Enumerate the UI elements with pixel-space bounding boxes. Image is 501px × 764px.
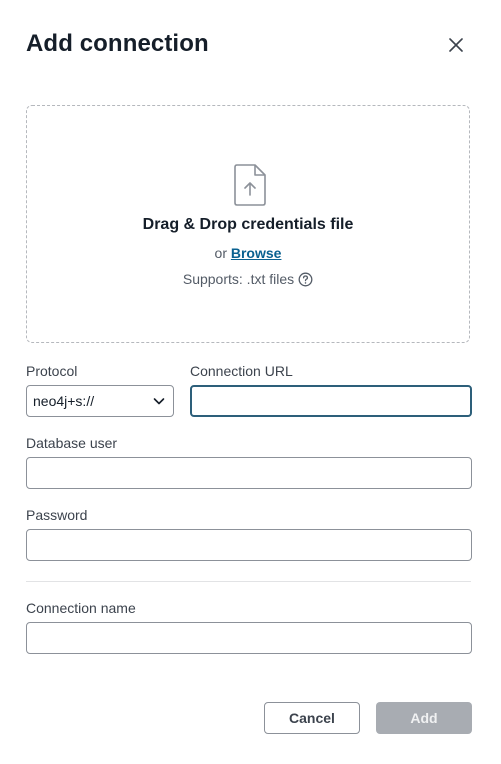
cancel-button[interactable]: Cancel [264, 702, 360, 734]
dialog-title: Add connection [26, 30, 209, 57]
database-user-label: Database user [26, 435, 118, 451]
supports-text: Supports: .txt files [182, 271, 295, 287]
browse-link[interactable]: Browse [231, 245, 282, 261]
divider [26, 581, 471, 582]
credentials-dropzone[interactable]: Drag & Drop credentials file or Browse S… [26, 105, 470, 343]
help-circle-icon[interactable] [298, 272, 313, 287]
database-user-input[interactable] [26, 457, 472, 489]
add-connection-dialog: Add connection Drag & Drop credentials f… [0, 0, 501, 764]
file-upload-icon [234, 164, 266, 206]
password-label: Password [26, 507, 88, 523]
or-text: or [214, 245, 227, 261]
protocol-label: Protocol [26, 363, 78, 379]
password-input[interactable] [26, 529, 472, 561]
add-button[interactable]: Add [376, 702, 472, 734]
connection-url-label: Connection URL [190, 363, 293, 379]
close-icon [449, 38, 463, 52]
protocol-select[interactable]: neo4j+s:// [26, 385, 174, 417]
dropzone-browse-line: or Browse [27, 245, 469, 261]
dropzone-title: Drag & Drop credentials file [142, 216, 354, 233]
protocol-value: neo4j+s:// [33, 393, 95, 409]
chevron-down-icon [153, 398, 165, 405]
connection-name-label: Connection name [26, 600, 136, 616]
connection-name-input[interactable] [26, 622, 472, 654]
close-button[interactable] [444, 33, 468, 57]
connection-url-input[interactable] [190, 385, 472, 417]
supported-formats: Supports: .txt files [27, 271, 469, 287]
